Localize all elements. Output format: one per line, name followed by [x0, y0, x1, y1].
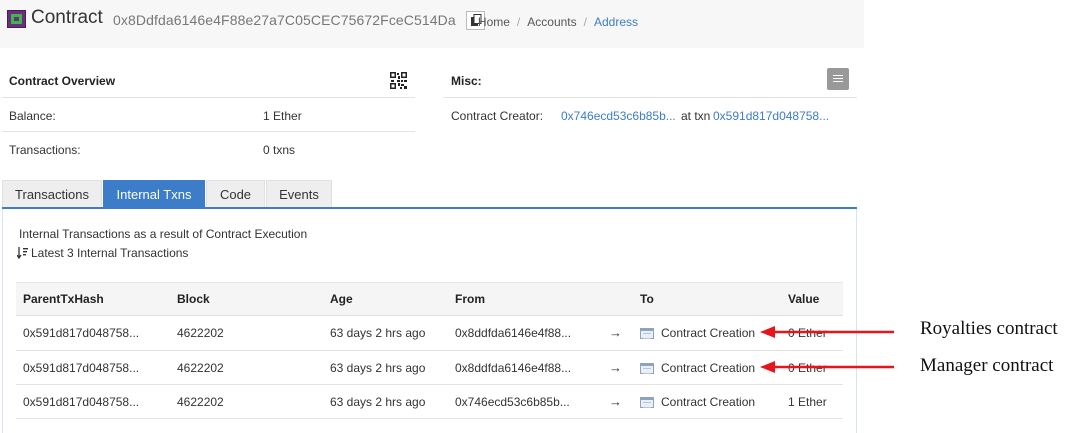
- right-arrow-icon: →: [609, 325, 622, 340]
- parent-tx-hash-link[interactable]: 0x591d817d048758...: [23, 326, 139, 340]
- qr-code-icon[interactable]: [390, 72, 407, 89]
- to-contract-creation-link[interactable]: Contract Creation: [661, 361, 755, 375]
- breadcrumb: Home / Accounts / Address: [477, 15, 638, 29]
- page-header: Contract 0x8Ddfda6146e4F88e27a7C05CEC756…: [0, 0, 864, 48]
- internal-txns-description: Internal Transactions as a result of Con…: [19, 227, 308, 241]
- page-title: Contract: [31, 7, 103, 28]
- contract-creation-icon: [640, 328, 654, 339]
- from-address: 0x8ddfda6146e4f88...: [455, 361, 572, 375]
- divider: [2, 97, 415, 98]
- to-contract-creation-link[interactable]: Contract Creation: [661, 326, 755, 340]
- to-contract-creation: Contract Creation: [661, 395, 756, 409]
- row-divider: [16, 418, 843, 419]
- transactions-label: Transactions:: [9, 143, 81, 157]
- block-link[interactable]: 4622202: [177, 395, 224, 409]
- parent-tx-hash-link[interactable]: 0x591d817d048758...: [23, 361, 139, 375]
- from-address-link[interactable]: 0x746ecd53c6b85b...: [455, 395, 570, 409]
- from-address: 0x8ddfda6146e4f88...: [455, 326, 572, 340]
- annotation-royalties: Royalties contract: [920, 318, 1058, 339]
- row-divider: [16, 350, 843, 351]
- overview-title: Contract Overview: [9, 74, 116, 88]
- creator-label: Contract Creator:: [451, 109, 544, 123]
- contract-creation-icon: [640, 363, 654, 374]
- contract-logo-icon: [7, 10, 26, 28]
- tab-events[interactable]: Events: [266, 180, 332, 208]
- transactions-value: 0 txns: [263, 143, 296, 157]
- parent-tx-hash-link[interactable]: 0x591d817d048758...: [23, 395, 139, 409]
- tab-transactions[interactable]: Transactions: [2, 180, 102, 208]
- balance-label: Balance:: [9, 109, 56, 123]
- breadcrumb-address: Address: [593, 15, 638, 29]
- row-divider: [16, 384, 843, 385]
- breadcrumb-accounts[interactable]: Accounts: [527, 15, 576, 29]
- sort-icon: [17, 247, 28, 259]
- column-header-block: Block: [177, 292, 210, 306]
- block-link[interactable]: 4622202: [177, 361, 224, 375]
- tab-internal-txns[interactable]: Internal Txns: [103, 180, 205, 208]
- balance-value: 1 Ether: [263, 109, 302, 123]
- age-value: 63 days 2 hrs ago: [330, 361, 426, 375]
- divider: [2, 131, 415, 132]
- at-txn-label: at txn: [681, 109, 711, 123]
- column-header-from: From: [455, 292, 485, 306]
- contract-address: 0x8Ddfda6146e4F88e27a7C05CEC75672FceC514…: [113, 12, 456, 28]
- divider: [443, 97, 857, 98]
- misc-menu-icon: [833, 75, 843, 76]
- block-link[interactable]: 4622202: [177, 326, 224, 340]
- creator-address-link[interactable]: 0x746ecd53c6b85b...: [561, 109, 676, 123]
- contract-creation-icon: [640, 397, 654, 408]
- annotation-arrow-icon: [760, 326, 894, 338]
- annotation-manager: Manager contract: [920, 355, 1054, 376]
- internal-txns-subtitle-row: Latest 3 Internal Transactions: [17, 246, 188, 260]
- annotation-arrow-icon: [760, 361, 894, 373]
- misc-title: Misc:: [451, 74, 482, 88]
- age-value: 63 days 2 hrs ago: [330, 395, 426, 409]
- column-header-to: To: [640, 292, 654, 306]
- column-header-value: Value: [788, 292, 820, 306]
- column-header-parenttxhash: ParentTxHash: [23, 292, 104, 306]
- right-arrow-icon: →: [609, 360, 622, 375]
- creator-txn-link[interactable]: 0x591d817d048758...: [713, 109, 829, 123]
- value-amount: 1 Ether: [788, 395, 827, 409]
- column-header-age: Age: [330, 292, 353, 306]
- right-arrow-icon: →: [609, 394, 622, 409]
- misc-menu-button[interactable]: [827, 68, 849, 90]
- table-header: [16, 282, 843, 316]
- breadcrumb-home[interactable]: Home: [478, 15, 510, 29]
- tab-code[interactable]: Code: [206, 180, 265, 208]
- age-value: 63 days 2 hrs ago: [330, 326, 426, 340]
- internal-txns-subtitle: Latest 3 Internal Transactions: [31, 246, 189, 260]
